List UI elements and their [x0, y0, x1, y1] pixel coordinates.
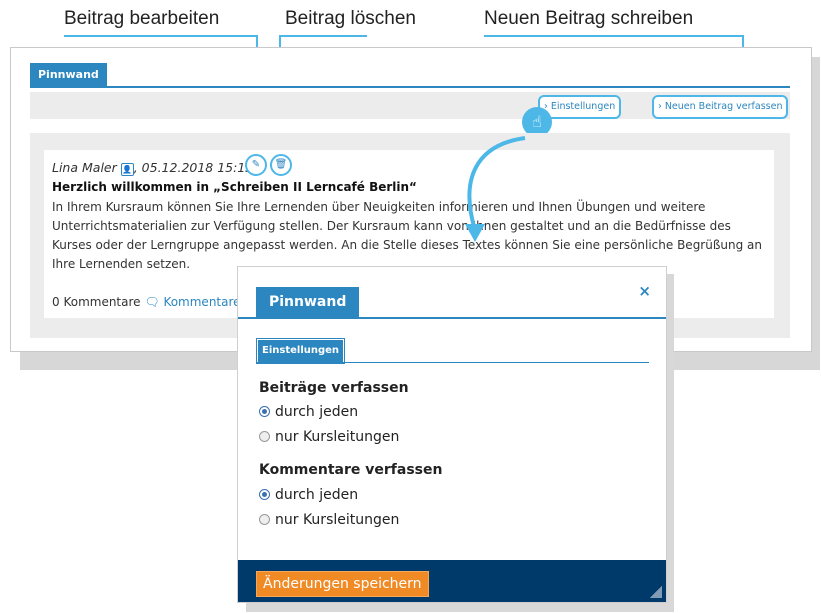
tab-pinnwand[interactable]: Pinnwand	[30, 63, 107, 87]
callout-new-post: Neuen Beitrag schreiben	[484, 8, 694, 29]
option-label: durch jeden	[275, 487, 359, 503]
edit-pencil-icon[interactable]: ✎	[245, 154, 267, 176]
radio-comments-leaders[interactable]: nur Kursleitungen	[259, 512, 399, 528]
radio-posts-leaders[interactable]: nur Kursleitungen	[259, 429, 399, 445]
radio-unchecked-icon[interactable]	[259, 430, 270, 442]
radio-checked-icon[interactable]	[259, 405, 270, 417]
callout-delete-post: Beitrag löschen	[285, 8, 416, 29]
post-datetime: , 05.12.2018 15:13	[133, 160, 254, 175]
radio-checked-icon[interactable]	[259, 488, 270, 500]
post-comments: 0 Kommentare 🗨 Kommentare	[52, 295, 241, 309]
dialog-footer: Änderungen speichern	[238, 560, 666, 602]
option-label: nur Kursleitungen	[275, 512, 400, 528]
post-body: In Ihrem Kursraum können Sie Ihre Lernen…	[52, 200, 763, 271]
section-comments-title: Kommentare verfassen	[259, 462, 443, 478]
resize-grip-icon[interactable]	[650, 586, 662, 598]
user-icon: 👤	[120, 163, 134, 176]
close-icon[interactable]: ×	[638, 282, 651, 300]
section-posts-title: Beiträge verfassen	[259, 380, 409, 396]
comment-icon: 🗨	[144, 295, 160, 309]
new-post-link[interactable]: › Neuen Beitrag verfassen	[652, 95, 789, 119]
post-author[interactable]: Lina Maler	[52, 160, 117, 175]
comments-count: 0 Kommentare	[52, 295, 141, 309]
post-meta: Lina Maler 👤, 05.12.2018 15:13	[52, 160, 253, 176]
arrow-icon	[465, 136, 526, 242]
radio-unchecked-icon[interactable]	[259, 513, 270, 525]
comments-link[interactable]: Kommentare	[163, 295, 240, 309]
radio-posts-everyone[interactable]: durch jeden	[259, 404, 358, 420]
option-label: durch jeden	[275, 404, 359, 420]
modal-tab-pinnwand[interactable]: Pinnwand	[256, 287, 360, 317]
radio-comments-everyone[interactable]: durch jeden	[259, 487, 358, 503]
delete-trash-icon[interactable]: 🗑	[270, 154, 292, 176]
save-changes-button[interactable]: Änderungen speichern	[256, 571, 429, 597]
settings-dialog: Pinnwand × Einstellungen Beiträge verfas…	[237, 266, 667, 603]
subtab-einstellungen[interactable]: Einstellungen	[255, 338, 346, 364]
option-label: nur Kursleitungen	[275, 429, 400, 445]
callout-edit-post: Beitrag bearbeiten	[64, 8, 220, 29]
post-title: Herzlich willkommen in „Schreiben II Ler…	[52, 180, 417, 194]
